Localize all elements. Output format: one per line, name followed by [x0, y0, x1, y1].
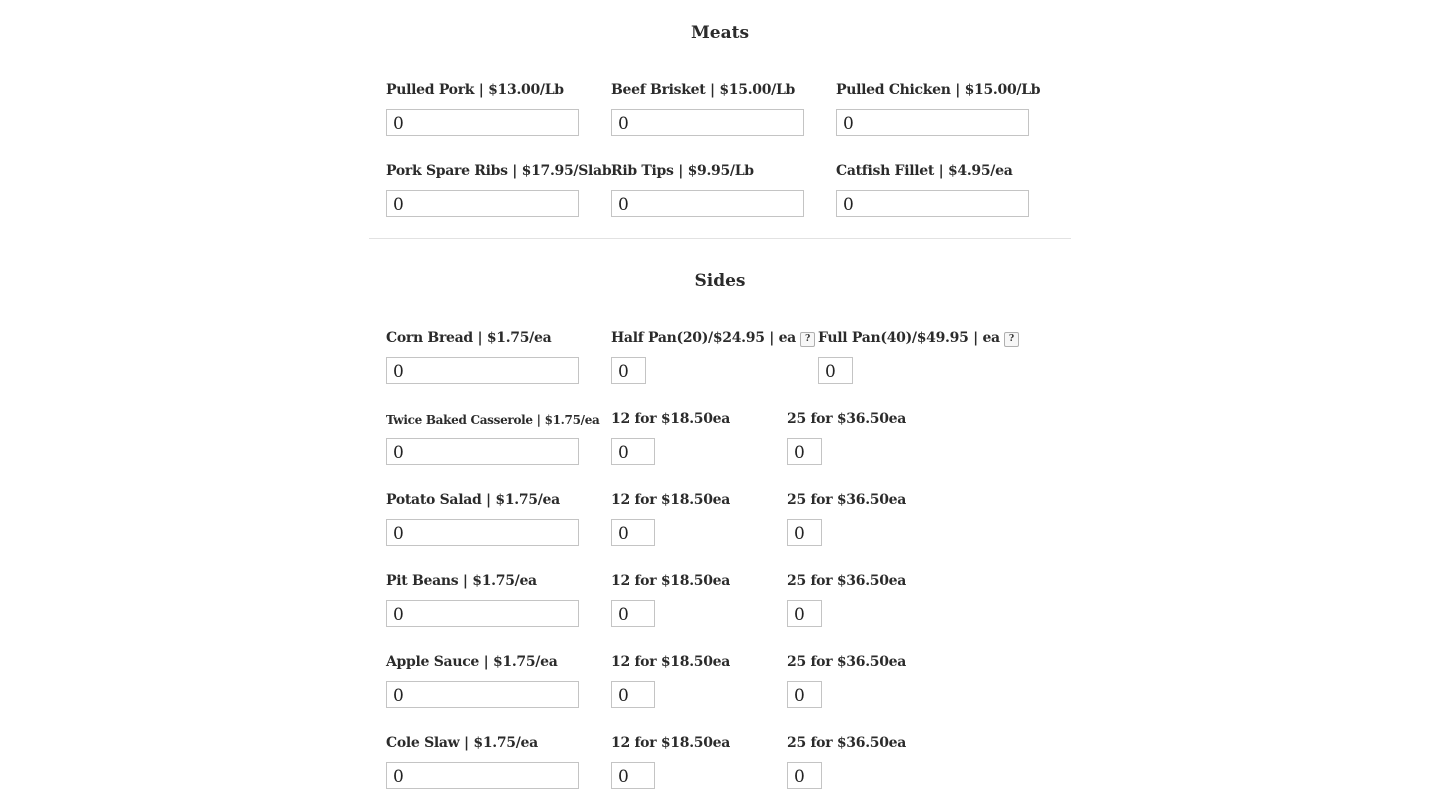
meats-heading: Meats: [690, 23, 750, 43]
apple-sauce-dozen-input[interactable]: [611, 681, 655, 708]
twice-baked-casserole-quantity-input[interactable]: [386, 438, 579, 465]
cole-slaw-label: Cole Slaw | $1.75/ea: [386, 735, 538, 751]
potato-salad-dozen-input[interactable]: [611, 519, 655, 546]
half-pan-quantity-input[interactable]: [611, 357, 646, 384]
apple-sauce-quantity-input[interactable]: [386, 681, 579, 708]
catfish-fillet-label: Catfish Fillet | $4.95/ea: [836, 163, 1013, 179]
catfish-fillet-quantity-input[interactable]: [836, 190, 1029, 217]
apple-sauce-label: Apple Sauce | $1.75/ea: [386, 654, 558, 670]
pork-spare-ribs-quantity-input[interactable]: [386, 190, 579, 217]
apple-sauce-dozen-label: 12 for $18.50ea: [611, 654, 731, 670]
potato-salad-quantity-input[interactable]: [386, 519, 579, 546]
beef-brisket-label: Beef Brisket | $15.00/Lb: [611, 82, 795, 98]
pulled-pork-quantity-input[interactable]: [386, 109, 579, 136]
twice-baked-casserole-bulk-input[interactable]: [787, 438, 822, 465]
twice-baked-casserole-label: Twice Baked Casserole | $1.75/ea: [386, 413, 600, 427]
pit-beans-bulk-label: 25 for $36.50ea: [787, 573, 907, 589]
beef-brisket-quantity-input[interactable]: [611, 109, 804, 136]
twice-baked-casserole-bulk-label: 25 for $36.50ea: [787, 411, 907, 427]
half-pan-label-text: Half Pan(20)/$24.95 | ea: [611, 330, 796, 346]
apple-sauce-bulk-input[interactable]: [787, 681, 822, 708]
half-pan-label: Half Pan(20)/$24.95 | ea?: [611, 330, 815, 347]
pit-beans-label: Pit Beans | $1.75/ea: [386, 573, 537, 589]
potato-salad-bulk-input[interactable]: [787, 519, 822, 546]
pork-spare-ribs-label: Pork Spare Ribs | $17.95/Slab: [386, 163, 612, 179]
cole-slaw-dozen-input[interactable]: [611, 762, 655, 789]
pit-beans-quantity-input[interactable]: [386, 600, 579, 627]
rib-tips-quantity-input[interactable]: [611, 190, 804, 217]
pit-beans-bulk-input[interactable]: [787, 600, 822, 627]
full-pan-label: Full Pan(40)/$49.95 | ea?: [818, 330, 1019, 347]
pulled-chicken-label: Pulled Chicken | $15.00/Lb: [836, 82, 1041, 98]
sides-heading: Sides: [694, 271, 746, 291]
corn-bread-quantity-input[interactable]: [386, 357, 579, 384]
cole-slaw-quantity-input[interactable]: [386, 762, 579, 789]
cole-slaw-dozen-label: 12 for $18.50ea: [611, 735, 731, 751]
help-icon[interactable]: ?: [1003, 332, 1019, 347]
twice-baked-casserole-dozen-label: 12 for $18.50ea: [611, 411, 731, 427]
twice-baked-casserole-dozen-input[interactable]: [611, 438, 655, 465]
rib-tips-label: Rib Tips | $9.95/Lb: [611, 163, 754, 179]
apple-sauce-bulk-label: 25 for $36.50ea: [787, 654, 907, 670]
cole-slaw-bulk-label: 25 for $36.50ea: [787, 735, 907, 751]
pit-beans-dozen-label: 12 for $18.50ea: [611, 573, 731, 589]
help-icon[interactable]: ?: [799, 332, 815, 347]
corn-bread-label: Corn Bread | $1.75/ea: [386, 330, 552, 346]
pit-beans-dozen-input[interactable]: [611, 600, 655, 627]
section-divider: [369, 238, 1071, 239]
potato-salad-bulk-label: 25 for $36.50ea: [787, 492, 907, 508]
potato-salad-dozen-label: 12 for $18.50ea: [611, 492, 731, 508]
full-pan-label-text: Full Pan(40)/$49.95 | ea: [818, 330, 1000, 346]
cole-slaw-bulk-input[interactable]: [787, 762, 822, 789]
potato-salad-label: Potato Salad | $1.75/ea: [386, 492, 560, 508]
pulled-pork-label: Pulled Pork | $13.00/Lb: [386, 82, 564, 98]
pulled-chicken-quantity-input[interactable]: [836, 109, 1029, 136]
full-pan-quantity-input[interactable]: [818, 357, 853, 384]
